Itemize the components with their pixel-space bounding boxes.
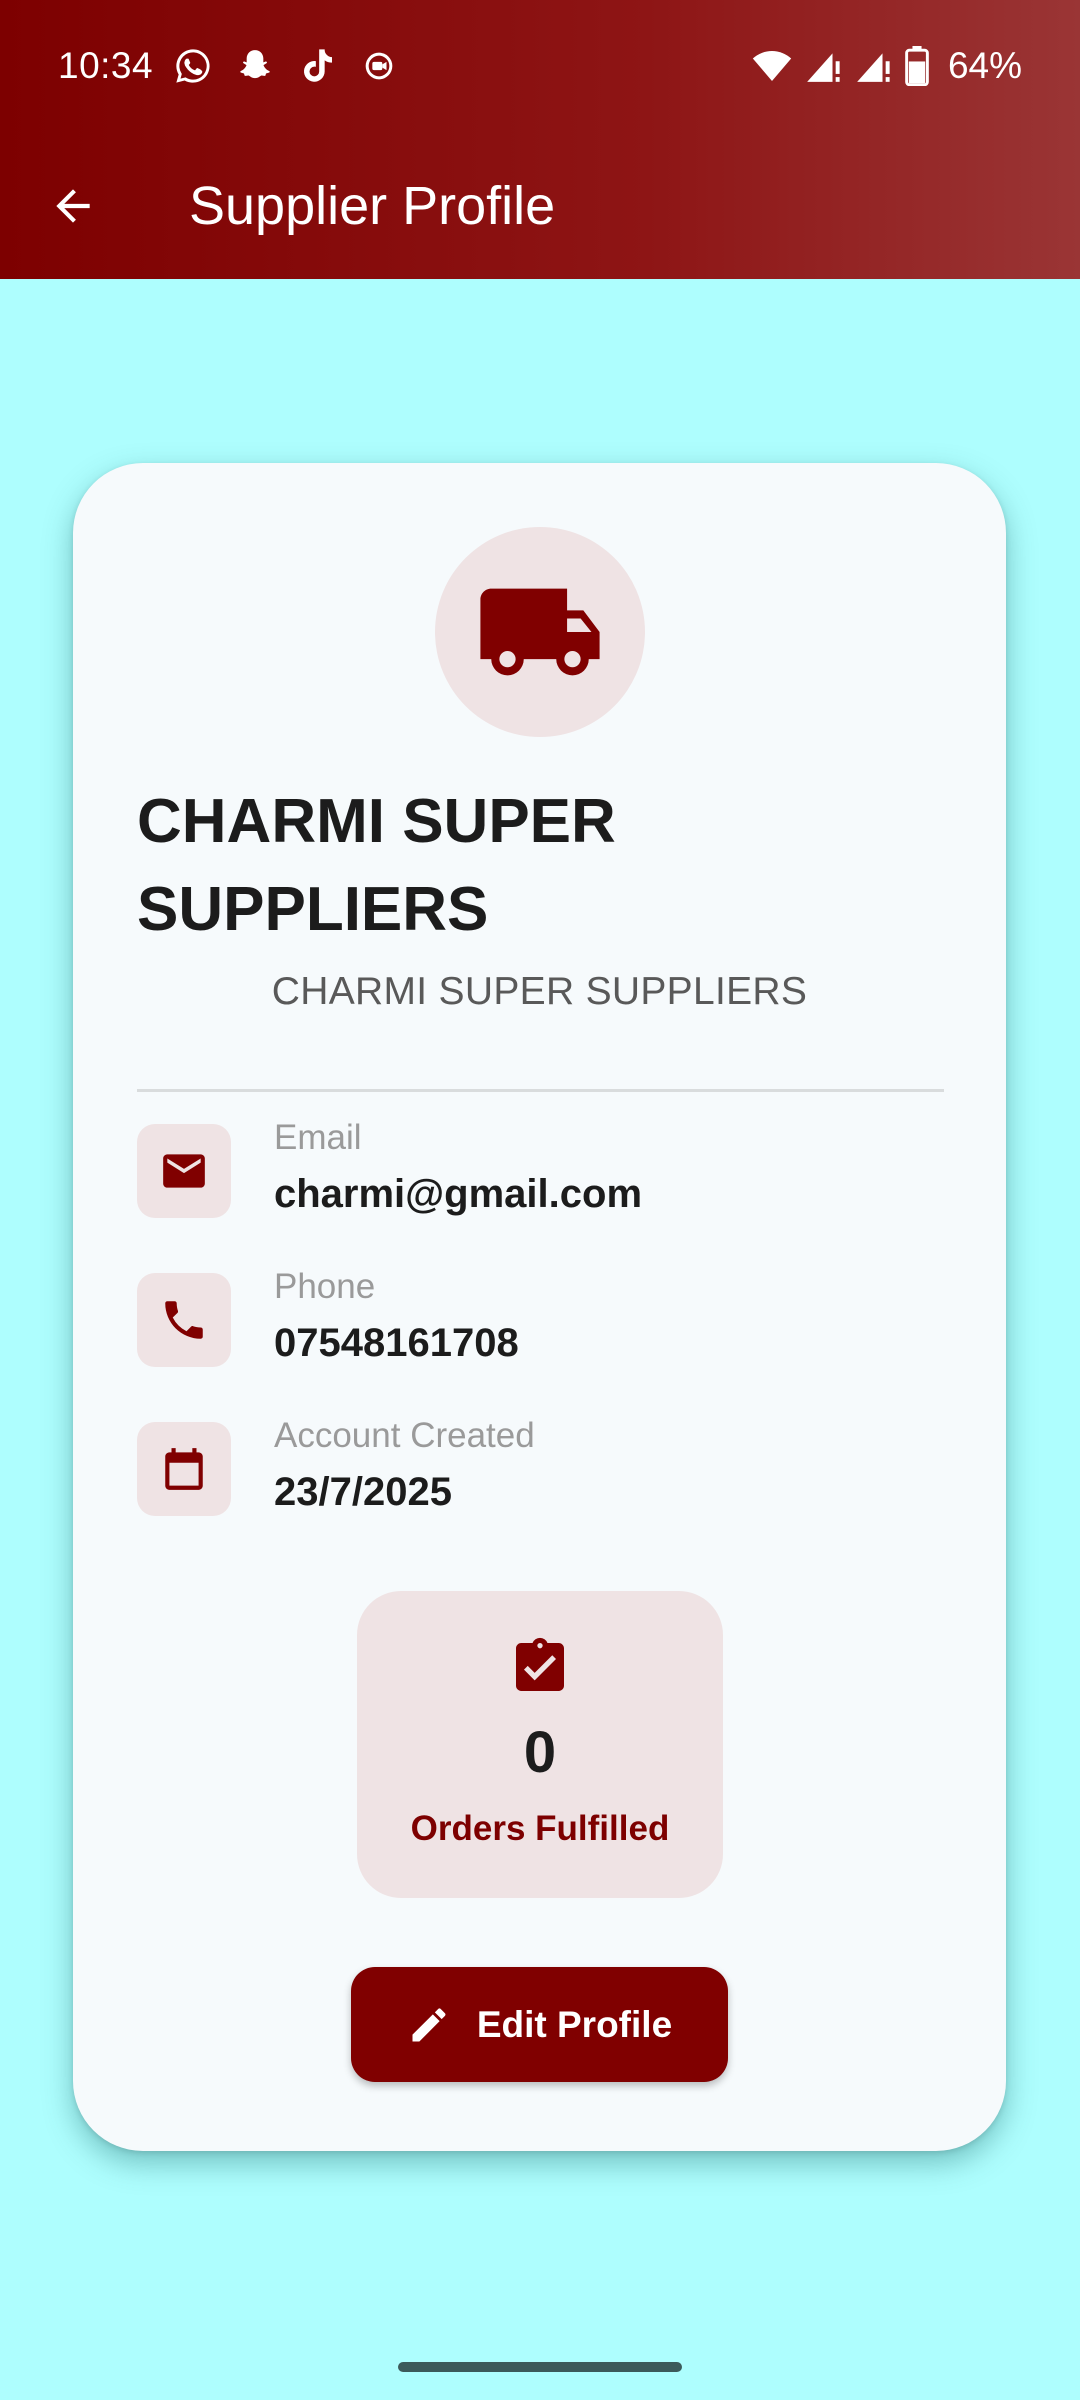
- snapchat-icon: [240, 50, 270, 79]
- back-button[interactable]: [23, 156, 123, 256]
- whatsapp-icon: [176, 49, 210, 83]
- phone-icon-box: [137, 1273, 231, 1367]
- calendar-icon: [165, 1448, 203, 1490]
- account-created-row: Account Created 23/7/2025: [137, 1416, 944, 1532]
- phone-label: Phone: [274, 1267, 376, 1306]
- status-time: 10:34: [58, 45, 154, 86]
- edit-profile-button[interactable]: Edit Profile: [351, 1967, 728, 2082]
- supplier-profile-card: CHARMI SUPER SUPPLIERS CHARMI SUPER SUPP…: [73, 463, 1006, 2151]
- email-icon-box: [137, 1124, 231, 1218]
- account-created-label: Account Created: [274, 1416, 535, 1455]
- tiktok-icon: [304, 49, 333, 82]
- edit-profile-label: Edit Profile: [476, 2003, 673, 2045]
- arrow-back-icon: [56, 188, 90, 223]
- orders-fulfilled-count: 0: [523, 1720, 557, 1785]
- wifi-icon: [752, 51, 792, 81]
- page-title: Supplier Profile: [189, 175, 556, 236]
- toolbar: Supplier Profile: [0, 132, 1080, 279]
- phone-value: 07548161708: [274, 1321, 519, 1365]
- company-subtitle: CHARMI SUPER SUPPLIERS: [271, 970, 808, 1013]
- signal-icon: [807, 53, 840, 82]
- email-icon: [163, 1154, 205, 1188]
- email-value: charmi@gmail.com: [274, 1172, 643, 1216]
- email-row: Email charmi@gmail.com: [137, 1118, 944, 1234]
- status-bar: 10:34 64%: [0, 0, 1080, 132]
- orders-fulfilled-stat: 0 Orders Fulfilled: [357, 1591, 723, 1898]
- battery-percentage: 64%: [947, 45, 1022, 86]
- home-indicator[interactable]: [398, 2362, 682, 2372]
- divider: [137, 1089, 944, 1092]
- clipboard-check-icon: [516, 1637, 564, 1691]
- system-status-icons: 64%: [752, 45, 1022, 87]
- battery-icon: [905, 46, 929, 86]
- account-created-value: 23/7/2025: [274, 1470, 452, 1514]
- company-name: CHARMI SUPER SUPPLIERS: [137, 787, 616, 944]
- orders-fulfilled-label: Orders Fulfilled: [410, 1809, 670, 1848]
- app-bar: 10:34 64% Supplier Profile: [0, 0, 1080, 279]
- pencil-icon: [412, 2008, 446, 2041]
- screen-record-icon: [365, 52, 393, 80]
- phone-row: Phone 07548161708: [137, 1267, 944, 1383]
- signal-icon: [857, 53, 890, 82]
- phone-icon: [165, 1301, 203, 1339]
- notification-icons: [173, 46, 399, 86]
- truck-icon: [480, 588, 600, 676]
- email-label: Email: [274, 1118, 362, 1157]
- calendar-icon-box: [137, 1422, 231, 1516]
- avatar: [435, 527, 645, 737]
